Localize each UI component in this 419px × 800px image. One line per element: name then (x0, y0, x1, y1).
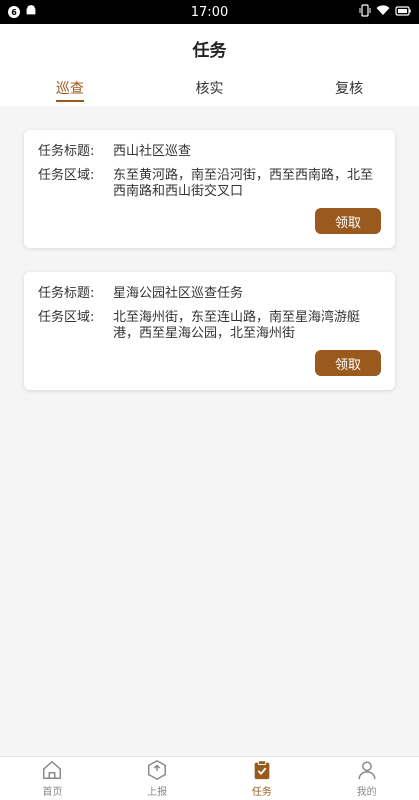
task-tabs: 巡查 核实 复核 (0, 74, 419, 106)
app-header: 任务 巡查 核实 复核 (0, 24, 419, 106)
task-card: 任务标题: 星海公园社区巡查任务 任务区域: 北至海州街，东至连山路，南至星海湾… (24, 272, 395, 390)
task-title-value: 西山社区巡查 (113, 144, 192, 159)
task-title-row: 任务标题: 星海公园社区巡查任务 (38, 286, 381, 302)
task-area-value: 北至海州街，东至连山路，南至星海湾游艇港，西至星海公园，北至海州街 (113, 310, 361, 341)
task-area-row: 任务区域: 北至海州街，东至连山路，南至星海湾游艇港，西至星海公园，北至海州街 (38, 310, 381, 342)
tab-review[interactable]: 复核 (279, 74, 419, 106)
user-icon (358, 761, 376, 780)
task-title-row: 任务标题: 西山社区巡查 (38, 144, 381, 160)
wifi-icon (376, 4, 390, 20)
tab-patrol[interactable]: 巡查 (0, 74, 140, 106)
tabbar-item-tasks[interactable]: 任务 (210, 757, 315, 800)
clipboard-check-icon (254, 760, 270, 780)
task-area-row: 任务区域: 东至黄河路，南至沿河街，西至西南路，北至西南路和西山街交叉口 (38, 168, 381, 200)
tabbar-item-profile[interactable]: 我的 (314, 757, 419, 800)
claim-button[interactable]: 领取 (315, 208, 381, 234)
task-area-label: 任务区域: (38, 168, 95, 183)
task-title-value: 星海公园社区巡查任务 (113, 286, 244, 301)
task-area-value: 东至黄河路，南至沿河街，西至西南路，北至西南路和西山街交叉口 (113, 168, 374, 199)
android-icon (25, 4, 37, 20)
upload-box-icon (148, 760, 167, 780)
tabbar-label: 我的 (356, 787, 377, 798)
status-bar: 6 17:00 (0, 0, 419, 24)
task-title-label: 任务标题: (38, 144, 95, 159)
tabbar-label: 任务 (251, 787, 272, 798)
page-title: 任务 (192, 41, 227, 61)
tab-verify[interactable]: 核实 (140, 74, 280, 106)
tabbar-label: 首页 (42, 787, 63, 798)
task-area-label: 任务区域: (38, 310, 95, 325)
bottom-tab-bar: 首页 上报 任务 我的 (0, 756, 419, 800)
status-time: 17:00 (190, 4, 229, 20)
task-title-label: 任务标题: (38, 286, 95, 301)
vibrate-icon (359, 3, 371, 21)
home-icon (43, 761, 62, 779)
tabbar-label: 上报 (147, 787, 168, 798)
battery-icon (395, 5, 411, 20)
task-card: 任务标题: 西山社区巡查 任务区域: 东至黄河路，南至沿河街，西至西南路，北至西… (24, 130, 395, 248)
notification-badge-icon: 6 (8, 6, 20, 18)
tabbar-item-home[interactable]: 首页 (0, 757, 105, 800)
tabbar-item-report[interactable]: 上报 (105, 757, 210, 800)
claim-button[interactable]: 领取 (315, 350, 381, 376)
task-list: 任务标题: 西山社区巡查 任务区域: 东至黄河路，南至沿河街，西至西南路，北至西… (0, 106, 419, 756)
